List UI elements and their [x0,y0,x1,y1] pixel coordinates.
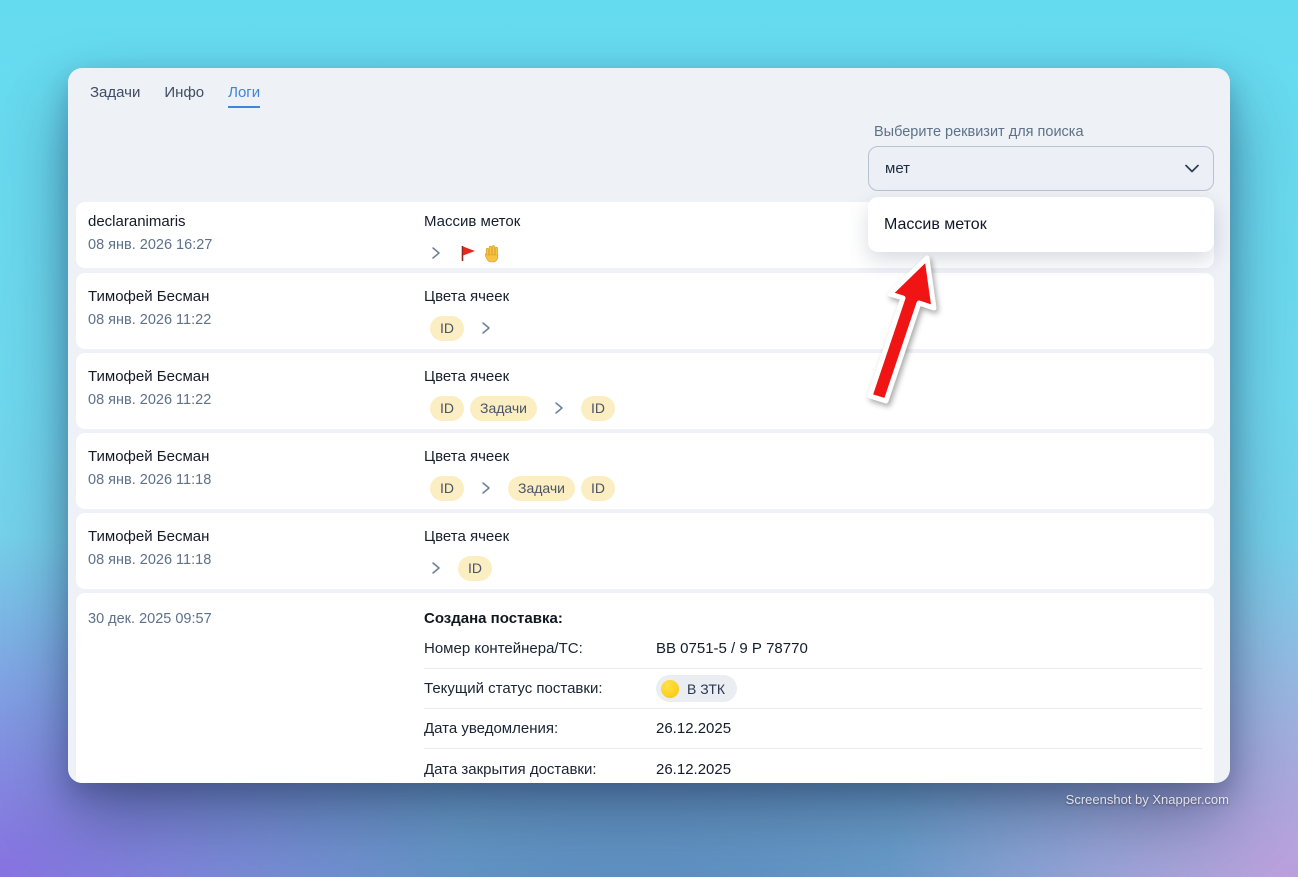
log-date: 08 янв. 2026 11:22 [88,312,212,328]
tag-pill: ID [430,475,464,501]
container-number-value: ВВ 0751-5 / 9 Р 78770 [656,640,808,657]
tag-pill: Задачи [470,395,538,421]
delivery-field-row: Текущий статус поставки: В ЗТК [424,669,1202,709]
search-attribute-label: Выберите реквизит для поиска [874,124,1084,140]
field-label: Дата уведомления: [424,720,559,737]
status-text: В ЗТК [687,680,726,697]
tab-bar: Задачи Инфо Логи [90,84,261,108]
delivery-created-title: Создана поставка: [424,610,563,627]
delivery-field-row: Номер контейнера/ТС: ВВ 0751-5 / 9 Р 787… [424,629,1202,669]
log-row: Тимофей Бесман 08 янв. 2026 11:22 Цвета … [76,353,1214,429]
red-flag-icon [458,244,477,263]
tag-pill: Задачи [508,475,576,501]
log-author: Тимофей Бесман [88,528,210,545]
log-author: Тимофей Бесман [88,368,210,385]
field-label: Текущий статус поставки: [424,680,603,697]
chevron-down-icon [1185,164,1199,173]
notification-date-value: 26.12.2025 [656,720,732,737]
log-date: 30 дек. 2025 09:57 [88,611,212,627]
delivery-field-row: Дата закрытия доставки: 26.12.2025 [424,749,1202,783]
log-date: 08 янв. 2026 11:18 [88,552,212,568]
tag-pill: ID [458,555,492,581]
search-input-value[interactable]: мет [885,160,910,177]
delivery-field-row: Дата уведомления: 26.12.2025 [424,709,1202,749]
change-arrow-icon [553,401,565,415]
tab-tasks[interactable]: Задачи [90,84,140,108]
log-list: declaranimaris 08 янв. 2026 16:27 Массив… [76,202,1214,783]
log-row-delivery-created: 30 дек. 2025 09:57 Создана поставка: Ном… [76,593,1214,783]
dropdown-option-tags-array[interactable]: Массив меток [884,216,987,234]
tag-pill: ID [430,395,464,421]
change-arrow-icon [430,246,442,260]
log-author: declaranimaris [88,213,186,230]
log-row: Тимофей Бесман 08 янв. 2026 11:18 Цвета … [76,433,1214,509]
tab-info[interactable]: Инфо [164,84,204,108]
log-field-name: Цвета ячеек [424,528,510,545]
change-arrow-icon [480,481,492,495]
status-badge: В ЗТК [656,675,738,702]
change-arrow-icon [430,561,442,575]
tag-pill: ID [581,395,616,421]
status-dot-icon [661,679,679,698]
log-field-name: Цвета ячеек [424,288,510,305]
tag-pill: ID [430,315,464,341]
log-row: Тимофей Бесман 08 янв. 2026 11:18 Цвета … [76,513,1214,589]
log-date: 08 янв. 2026 11:22 [88,392,212,408]
log-field-name: Цвета ячеек [424,448,510,465]
log-date: 08 янв. 2026 16:27 [88,237,213,253]
log-field-name: Цвета ячеек [424,368,510,385]
raised-hand-icon [483,244,501,263]
field-label: Дата закрытия доставки: [424,760,597,778]
tag-pill: ID [581,475,616,501]
closing-date-value: 26.12.2025 [656,760,732,778]
field-label: Номер контейнера/ТС: [424,640,583,657]
search-attribute-select[interactable]: мет [868,146,1214,191]
search-dropdown-list: Массив меток [868,197,1214,252]
logs-panel: Задачи Инфо Логи Выберите реквизит для п… [68,68,1230,783]
xnapper-watermark: Screenshot by Xnapper.com [1065,792,1229,807]
log-author: Тимофей Бесман [88,448,210,465]
log-author: Тимофей Бесман [88,288,210,305]
change-arrow-icon [480,321,492,335]
tab-logs[interactable]: Логи [228,84,261,108]
log-row: Тимофей Бесман 08 янв. 2026 11:22 Цвета … [76,273,1214,349]
log-date: 08 янв. 2026 11:18 [88,472,212,488]
